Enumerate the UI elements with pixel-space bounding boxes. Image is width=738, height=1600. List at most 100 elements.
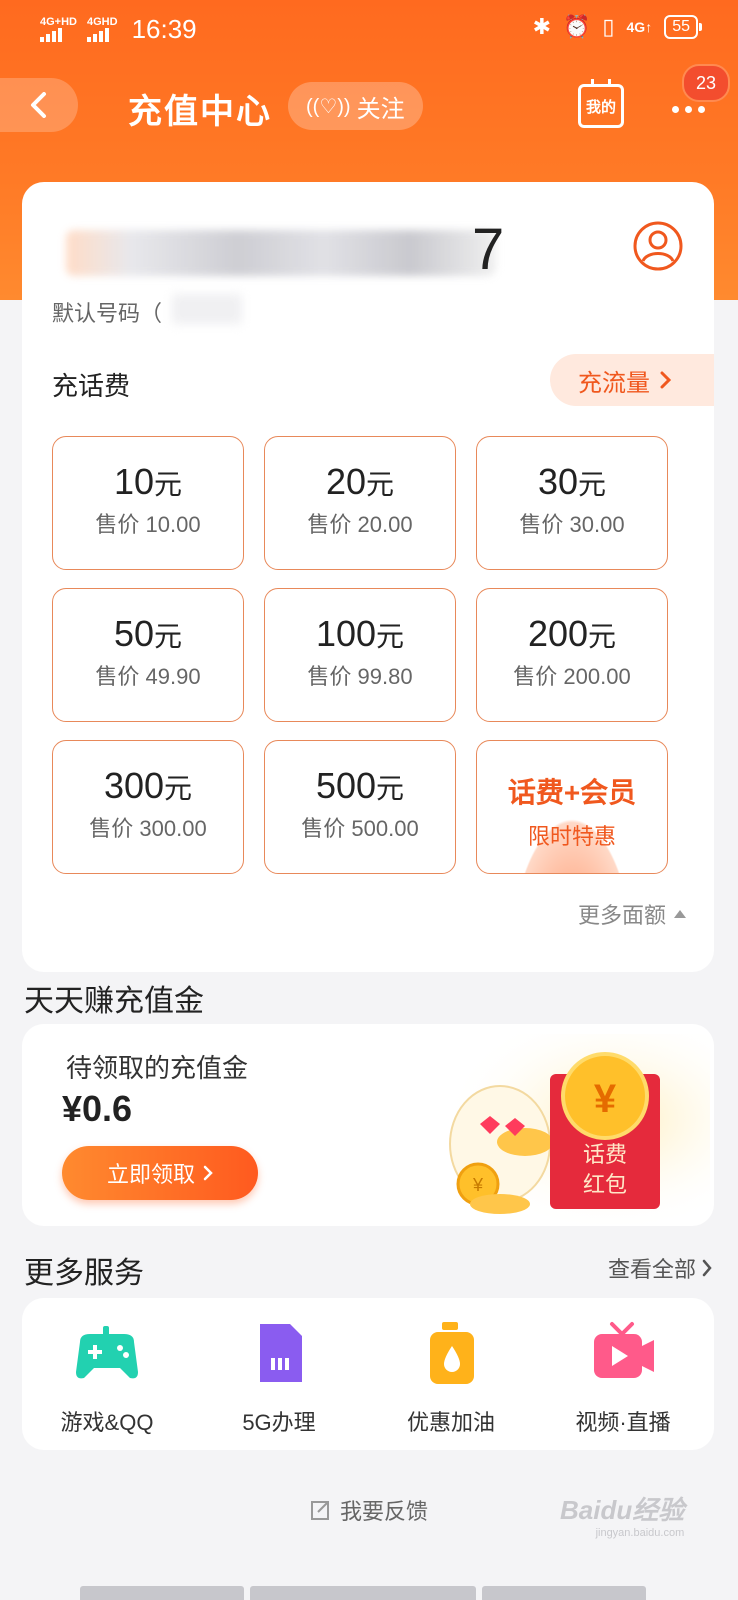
pending-reward-amount: ¥0.6 (62, 1088, 133, 1129)
price: 售价 500.00 (301, 816, 419, 841)
amount-unit: 元 (578, 469, 607, 500)
chevron-right-icon (203, 1165, 213, 1181)
alarm-icon: ⏰ (563, 14, 591, 39)
dot-icon (698, 105, 705, 113)
tab-edge (482, 1586, 646, 1600)
bottom-tab-bar-edge (80, 1586, 646, 1600)
amount: 20元 (265, 461, 455, 503)
amount-tile[interactable]: 30元 售价 30.00 (476, 436, 668, 570)
mine-button[interactable]: 我的 (578, 79, 624, 128)
page-title: 充值中心 (128, 93, 272, 131)
amount-tile[interactable]: 20元 售价 20.00 (264, 436, 456, 570)
price: 售价 99.80 (307, 664, 413, 689)
dot-icon (672, 105, 679, 113)
more-amounts-label: 更多面额 (577, 903, 666, 928)
signal-icon: 4GHD (87, 17, 118, 42)
service-label: 视频·直播 (575, 1410, 671, 1435)
envelope-text-1: 话费 (583, 1142, 627, 1167)
amount-value: 10 (113, 461, 155, 502)
promo-tile[interactable]: 话费+会员 限时特惠 (476, 740, 668, 874)
amount-value: 50 (113, 613, 155, 654)
service-item-video[interactable]: 视频·直播 (538, 1320, 708, 1437)
amount-value: 300 (103, 765, 165, 806)
notification-badge: 23 (682, 64, 730, 102)
service-label: 游戏&QQ (60, 1410, 154, 1435)
vibrate-icon: ▯ (602, 14, 615, 39)
data-recharge-button[interactable]: 充流量 (550, 354, 714, 406)
view-all-link[interactable]: 查看全部 (608, 1252, 712, 1284)
battery-level: 55 (672, 18, 690, 35)
amount-value: 500 (315, 765, 377, 806)
chevron-left-icon (31, 92, 46, 118)
watermark-site: jingyan.baidu.com (595, 1527, 685, 1539)
masked-text (172, 294, 242, 324)
back-button[interactable] (0, 78, 78, 132)
default-number-label: 默认号码（ (52, 301, 163, 326)
duck-coin: ¥ (472, 1175, 484, 1195)
price: 售价 10.00 (95, 512, 201, 537)
phone-tail: 7 (472, 217, 505, 282)
bluetooth-icon: ✱ (532, 14, 551, 39)
amount-unit: 元 (366, 469, 395, 500)
envelope-coin: ¥ (594, 1077, 617, 1121)
amount-unit: 元 (154, 469, 183, 500)
amount: 500元 (265, 765, 455, 807)
amount-tile[interactable]: 200元 售价 200.00 (476, 588, 668, 722)
service-item-games[interactable]: 游戏&QQ (22, 1320, 192, 1437)
watermark-brand: Baidu经验 (560, 1495, 685, 1525)
amount: 30元 (477, 461, 667, 503)
envelope-text-2: 红包 (583, 1172, 627, 1197)
amount: 10元 (53, 461, 243, 503)
signal-label: 4GHD (87, 16, 118, 28)
pending-reward-label: 待领取的充值金 (66, 1053, 249, 1083)
price: 售价 49.90 (95, 664, 201, 689)
price: 售价 300.00 (89, 816, 207, 841)
dot-icon (685, 105, 692, 113)
fuel-can-icon (430, 1322, 474, 1384)
price: 售价 20.00 (307, 512, 413, 537)
view-all-label: 查看全部 (607, 1257, 696, 1282)
data-recharge-label: 充流量 (578, 369, 650, 397)
broadcast-icon: ((♡)) (306, 95, 351, 118)
service-label: 优惠加油 (406, 1410, 495, 1435)
edit-icon (310, 1501, 329, 1520)
follow-button[interactable]: ((♡)) 关注 (288, 82, 423, 130)
signal-label: 4G+HD (40, 16, 77, 28)
contact-icon[interactable] (632, 220, 684, 272)
nav-bar: 充值中心 ((♡)) 关注 我的 (0, 78, 738, 134)
promo-title: 话费+会员 (507, 777, 637, 808)
claim-label: 立即领取 (106, 1162, 195, 1187)
clock: 16:39 (131, 14, 197, 44)
gamepad-icon (76, 1326, 138, 1379)
phone-number[interactable]: 7 (52, 210, 692, 282)
amount-tile[interactable]: 50元 售价 49.90 (52, 588, 244, 722)
follow-label: 关注 (356, 95, 405, 123)
amount-tile[interactable]: 300元 售价 300.00 (52, 740, 244, 874)
more-amounts-toggle[interactable]: 更多面额 (578, 898, 686, 930)
price: 售价 30.00 (519, 512, 625, 537)
earn-card: 待领取的充值金 ¥0.6 立即领取 ¥ ¥ 话费 红包 (22, 1024, 714, 1226)
amount-tile[interactable]: 100元 售价 99.80 (264, 588, 456, 722)
amount-unit: 元 (376, 621, 405, 652)
price: 售价 200.00 (513, 664, 631, 689)
status-bar: 4G+HD 4GHD 16:39 ✱ ⏰ ▯ 4G↑ 55 (0, 0, 738, 60)
section-title-earn: 天天赚充值金 (24, 985, 204, 1018)
chevron-right-icon (702, 1259, 712, 1277)
amount-tile[interactable]: 10元 售价 10.00 (52, 436, 244, 570)
services-card: 游戏&QQ 5G办理 优惠加油 视频·直播 (22, 1298, 714, 1450)
promo-subtitle: 限时特惠 (527, 824, 616, 849)
mine-label: 我的 (585, 98, 616, 116)
amount: 300元 (53, 765, 243, 807)
amount-tile[interactable]: 500元 售价 500.00 (264, 740, 456, 874)
amount-value: 20 (325, 461, 367, 502)
tab-edge (250, 1586, 476, 1600)
service-item-5g[interactable]: 5G办理 (194, 1320, 364, 1437)
masked-number (66, 230, 496, 276)
battery-icon: 55 (664, 15, 702, 39)
service-item-fuel[interactable]: 优惠加油 (366, 1320, 536, 1437)
tv-play-icon (594, 1322, 654, 1378)
amount-value: 30 (537, 461, 579, 502)
amount-unit: 元 (154, 621, 183, 652)
claim-button[interactable]: 立即领取 (62, 1146, 258, 1200)
amount: 50元 (53, 613, 243, 655)
